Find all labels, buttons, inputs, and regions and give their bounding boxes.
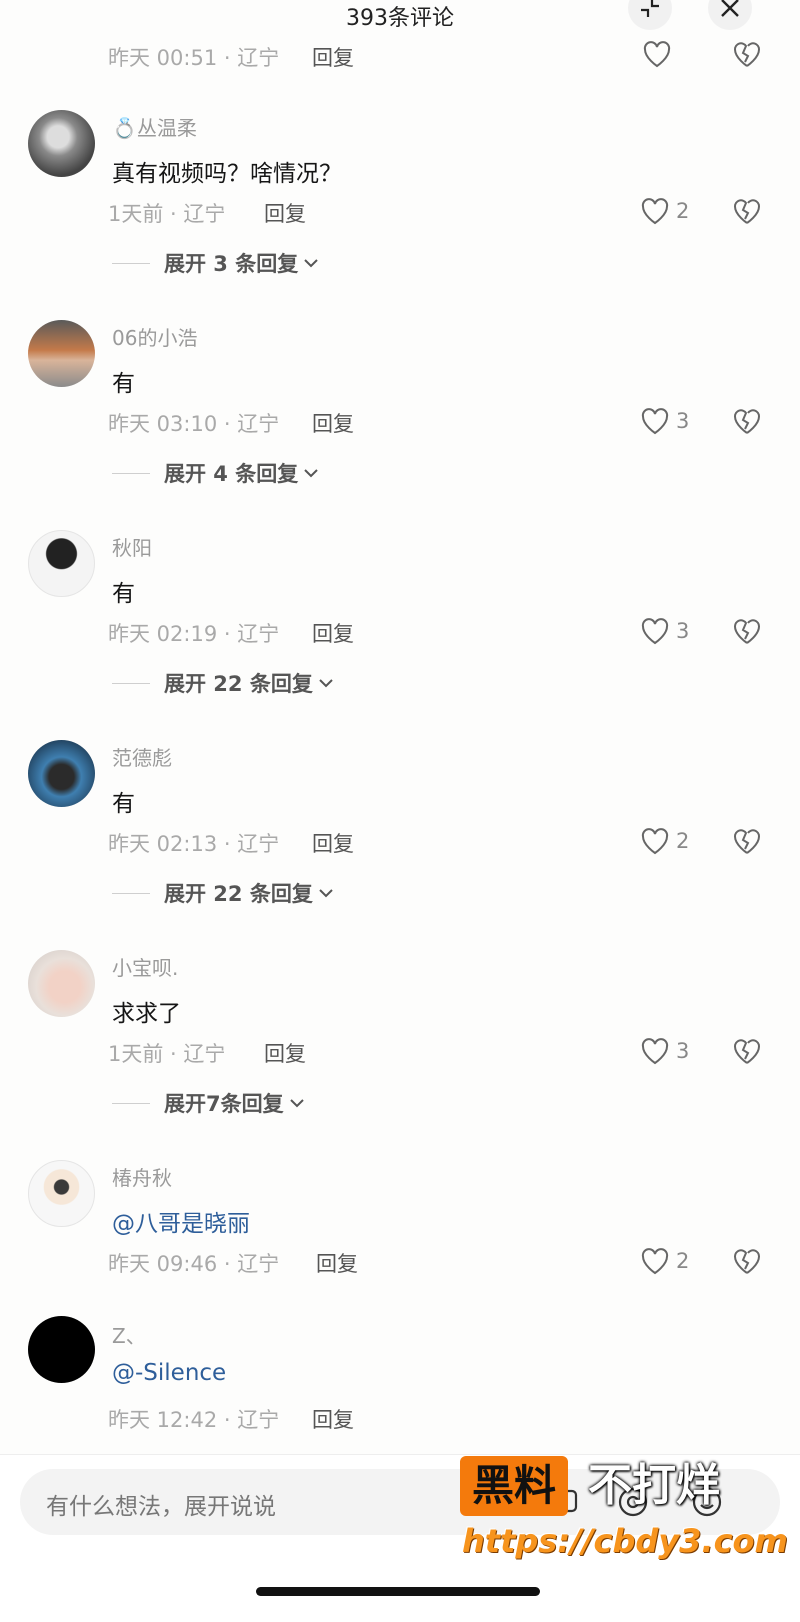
comment-text: 求求了 <box>112 1001 181 1027</box>
comment-text: 有 <box>112 581 135 607</box>
comment-meta: 昨天 00:51 · 辽宁 <box>108 46 280 70</box>
avatar[interactable] <box>28 110 95 177</box>
watermark-url: https://cbdy3.com <box>462 1522 788 1560</box>
expand-replies-label: 展开7条回复 <box>164 1092 284 1116</box>
comment-meta: 昨天 09:46 · 辽宁 <box>108 1252 280 1276</box>
comment-author[interactable]: 小宝呗. <box>112 952 178 981</box>
heart-icon[interactable] <box>642 40 672 68</box>
avatar[interactable] <box>28 950 95 1017</box>
divider <box>112 472 150 474</box>
comment-input-placeholder: 有什么想法，展开说说 <box>46 1494 276 1520</box>
comment-meta: 昨天 02:19 · 辽宁 <box>108 622 280 646</box>
comment-author[interactable]: 秋阳 <box>112 532 152 561</box>
avatar[interactable] <box>28 320 95 387</box>
comment-meta: 1天前 · 辽宁 <box>108 202 226 226</box>
like-button[interactable]: 2 <box>640 827 689 855</box>
chevron-down-icon <box>304 469 318 478</box>
broken-heart-icon[interactable] <box>732 407 762 435</box>
like-button[interactable]: 3 <box>640 407 689 435</box>
comment-text: 有 <box>112 371 135 397</box>
chevron-down-icon <box>289 1099 304 1108</box>
heart-icon <box>641 408 669 435</box>
divider <box>112 892 150 894</box>
comment-meta: 昨天 12:42 · 辽宁 <box>108 1408 280 1432</box>
heart-icon <box>641 828 669 855</box>
divider <box>112 1102 150 1104</box>
comment-mention[interactable]: @八哥是晓丽 <box>112 1204 250 1238</box>
like-button[interactable]: 3 <box>640 617 689 645</box>
heart-icon <box>641 1248 669 1275</box>
like-count: 3 <box>676 409 690 433</box>
broken-heart-icon[interactable] <box>732 617 762 645</box>
expand-replies-button[interactable]: 展开 22 条回复 <box>112 878 334 908</box>
broken-heart-icon[interactable] <box>732 827 762 855</box>
expand-replies-label: 展开 3 条回复 <box>164 252 299 276</box>
broken-heart-icon[interactable] <box>732 40 762 68</box>
broken-heart-icon[interactable] <box>732 1247 762 1275</box>
chevron-down-icon <box>319 889 333 898</box>
expand-replies-label: 展开 22 条回复 <box>164 672 313 696</box>
reply-button[interactable]: 回复 <box>312 408 354 438</box>
reply-button[interactable]: 回复 <box>312 1404 354 1434</box>
comment-author[interactable]: 06的小浩 <box>112 322 197 351</box>
heart-icon <box>641 618 669 645</box>
avatar[interactable] <box>28 1316 95 1383</box>
reply-button[interactable]: 回复 <box>264 198 306 228</box>
home-indicator <box>256 1587 540 1596</box>
reply-button[interactable]: 回复 <box>312 42 354 72</box>
expand-replies-button[interactable]: 展开 3 条回复 <box>112 248 319 278</box>
watermark: 黑料 不打烊 https://cbdy3.com <box>460 1456 790 1576</box>
comment-author[interactable]: 💍丛温柔 <box>112 112 197 141</box>
avatar[interactable] <box>28 1160 95 1227</box>
heart-icon <box>641 1038 669 1065</box>
watermark-badge: 黑料 <box>460 1456 569 1516</box>
comment-author[interactable]: 椿舟秋 <box>112 1162 172 1191</box>
divider <box>112 262 150 264</box>
comment-meta: 昨天 02:13 · 辽宁 <box>108 832 280 856</box>
collapse-icon <box>641 0 659 17</box>
comment-mention[interactable]: @-Silence <box>112 1360 226 1386</box>
comments-header: 393条评论 <box>0 0 800 31</box>
watermark-slogan: 不打烊 <box>588 1460 720 1511</box>
chevron-down-icon <box>319 679 333 688</box>
comments-count-title: 393条评论 <box>346 6 454 31</box>
reply-button[interactable]: 回复 <box>316 1248 358 1278</box>
avatar[interactable] <box>28 530 95 597</box>
comment-author[interactable]: Z、 <box>112 1320 146 1349</box>
expand-replies-label: 展开 4 条回复 <box>164 462 299 486</box>
comment-author[interactable]: 范德彪 <box>112 742 172 771</box>
expand-replies-label: 展开 22 条回复 <box>164 882 313 906</box>
like-count: 3 <box>676 619 690 643</box>
like-count: 2 <box>676 1249 690 1273</box>
expand-replies-button[interactable]: 展开 4 条回复 <box>112 458 319 488</box>
like-button[interactable]: 2 <box>640 1247 689 1275</box>
close-icon <box>721 0 739 17</box>
divider <box>112 682 150 684</box>
like-button[interactable]: 2 <box>640 197 689 225</box>
broken-heart-icon[interactable] <box>732 1037 762 1065</box>
broken-heart-icon[interactable] <box>732 197 762 225</box>
expand-replies-button[interactable]: 展开 22 条回复 <box>112 668 334 698</box>
chevron-down-icon <box>304 259 318 268</box>
reply-button[interactable]: 回复 <box>264 1038 306 1068</box>
comment-meta: 昨天 03:10 · 辽宁 <box>108 412 280 436</box>
reply-button[interactable]: 回复 <box>312 618 354 648</box>
comment-meta: 1天前 · 辽宁 <box>108 1042 226 1066</box>
comment-text: 有 <box>112 791 135 817</box>
avatar[interactable] <box>28 740 95 807</box>
heart-icon <box>641 198 669 225</box>
like-count: 2 <box>676 199 690 223</box>
comment-text: 真有视频吗？啥情况？ <box>112 161 342 187</box>
expand-replies-button[interactable]: 展开7条回复 <box>112 1088 305 1118</box>
like-button[interactable]: 3 <box>640 1037 689 1065</box>
like-count: 3 <box>676 1039 690 1063</box>
reply-button[interactable]: 回复 <box>312 828 354 858</box>
like-count: 2 <box>676 829 690 853</box>
